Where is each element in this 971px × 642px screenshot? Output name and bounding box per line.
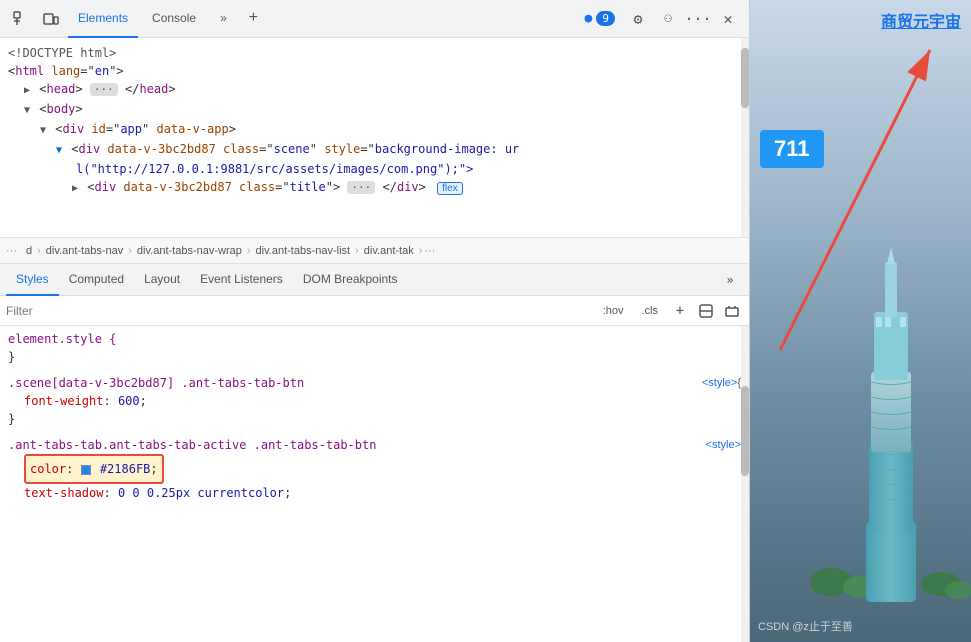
flex-badge: flex [437, 182, 463, 195]
settings-icon[interactable]: ⚙ [625, 6, 651, 32]
preview-panel: 商贸元宇宙 711 [750, 0, 971, 642]
dom-tree-scrollbar[interactable] [741, 38, 749, 237]
top-tab-bar: Elements Console » + ● 9 ⚙ ⚇ ··· ✕ [0, 0, 749, 38]
toggle-state-icon[interactable] [695, 300, 717, 322]
dom-tree: <!DOCTYPE html> <html lang="en"> ▶ <head… [0, 38, 749, 238]
breadcrumb-ant-tabs-nav-wrap[interactable]: div.ant-tabs-nav-wrap [134, 245, 245, 257]
tab-event-listeners[interactable]: Event Listeners [190, 264, 293, 296]
breadcrumb-ant-tak[interactable]: div.ant-tak [361, 245, 417, 257]
close-devtools-button[interactable]: ✕ [715, 6, 741, 32]
dom-line-div-scene[interactable]: ▼ <div data-v-3bc2bd87 class="scene" sty… [8, 140, 741, 160]
dom-line-doctype: <!DOCTYPE html> [8, 44, 741, 62]
css-rule-active-tab: .ant-tabs-tab.ant-tabs-tab-active .ant-t… [8, 436, 741, 502]
breadcrumb-d[interactable]: d [23, 245, 35, 257]
breadcrumb-end-more[interactable]: ··· [424, 245, 435, 257]
csdn-watermark: CSDN @z止于至善 [758, 618, 853, 634]
tab-styles[interactable]: Styles [6, 264, 59, 296]
toggle-class-btn[interactable]: .cls [635, 302, 666, 320]
device-toggle-icon[interactable] [38, 6, 64, 32]
tab-dom-breakpoints[interactable]: DOM Breakpoints [293, 264, 408, 296]
breadcrumb-more[interactable]: ··· [6, 245, 17, 257]
tab-layout[interactable]: Layout [134, 264, 190, 296]
dom-line-div-app[interactable]: ▼ <div id="app" data-v-app> [8, 120, 741, 140]
tab-more[interactable]: » [210, 0, 237, 38]
filter-bar: :hov .cls + [0, 296, 749, 326]
css-rule-scene: .scene[data-v-3bc2bd87] .ant-tabs-tab-bt… [8, 374, 741, 428]
css-rules-panel: element.style { } .scene[data-v-3bc2bd87… [0, 326, 749, 642]
tab-computed[interactable]: Computed [59, 264, 134, 296]
breadcrumb-ant-tabs-nav[interactable]: div.ant-tabs-nav [43, 245, 126, 257]
styles-tab-bar: Styles Computed Layout Event Listeners D… [0, 264, 749, 296]
tab-console[interactable]: Console [142, 0, 206, 38]
dom-line-head[interactable]: ▶ <head> ··· </head> [8, 80, 741, 100]
preview-number-badge: 711 [760, 130, 824, 168]
styles-more-icon[interactable]: » [717, 267, 743, 293]
devtools-panel: Elements Console » + ● 9 ⚙ ⚇ ··· ✕ <!DOC… [0, 0, 750, 642]
add-style-rule-btn[interactable]: + [669, 300, 691, 322]
dom-line-div-title[interactable]: ▶ <div data-v-3bc2bd87 class="title"> ··… [8, 178, 741, 198]
color-swatch-2186fb[interactable] [81, 465, 91, 475]
issues-badge[interactable]: ● 9 [585, 11, 615, 26]
tower-illustration [811, 242, 971, 622]
more-options-icon[interactable]: ··· [685, 6, 711, 32]
breadcrumb-bar: ··· d › div.ant-tabs-nav › div.ant-tabs-… [0, 238, 749, 264]
breadcrumb-ant-tabs-nav-list[interactable]: div.ant-tabs-nav-list [253, 245, 354, 257]
dom-line-div-scene-cont: l("http://127.0.0.1:9881/src/assets/imag… [8, 160, 741, 178]
css-rules-scrollbar[interactable] [741, 326, 749, 642]
dom-line-html[interactable]: <html lang="en"> [8, 62, 741, 80]
force-element-state-btn[interactable]: :hov [596, 302, 631, 320]
toggle-classes-icon[interactable] [721, 300, 743, 322]
filter-input[interactable] [6, 304, 592, 318]
tab-elements[interactable]: Elements [68, 0, 138, 38]
css-rule-element-style: element.style { } [8, 330, 741, 366]
inspect-icon[interactable] [8, 6, 34, 32]
dom-line-body[interactable]: ▼ <body> [8, 100, 741, 120]
highlighted-color-rule: color: #2186FB; [24, 462, 164, 476]
user-icon[interactable]: ⚇ [655, 6, 681, 32]
preview-title: 商贸元宇宙 [881, 0, 971, 32]
add-panel-button[interactable]: + [241, 0, 266, 38]
